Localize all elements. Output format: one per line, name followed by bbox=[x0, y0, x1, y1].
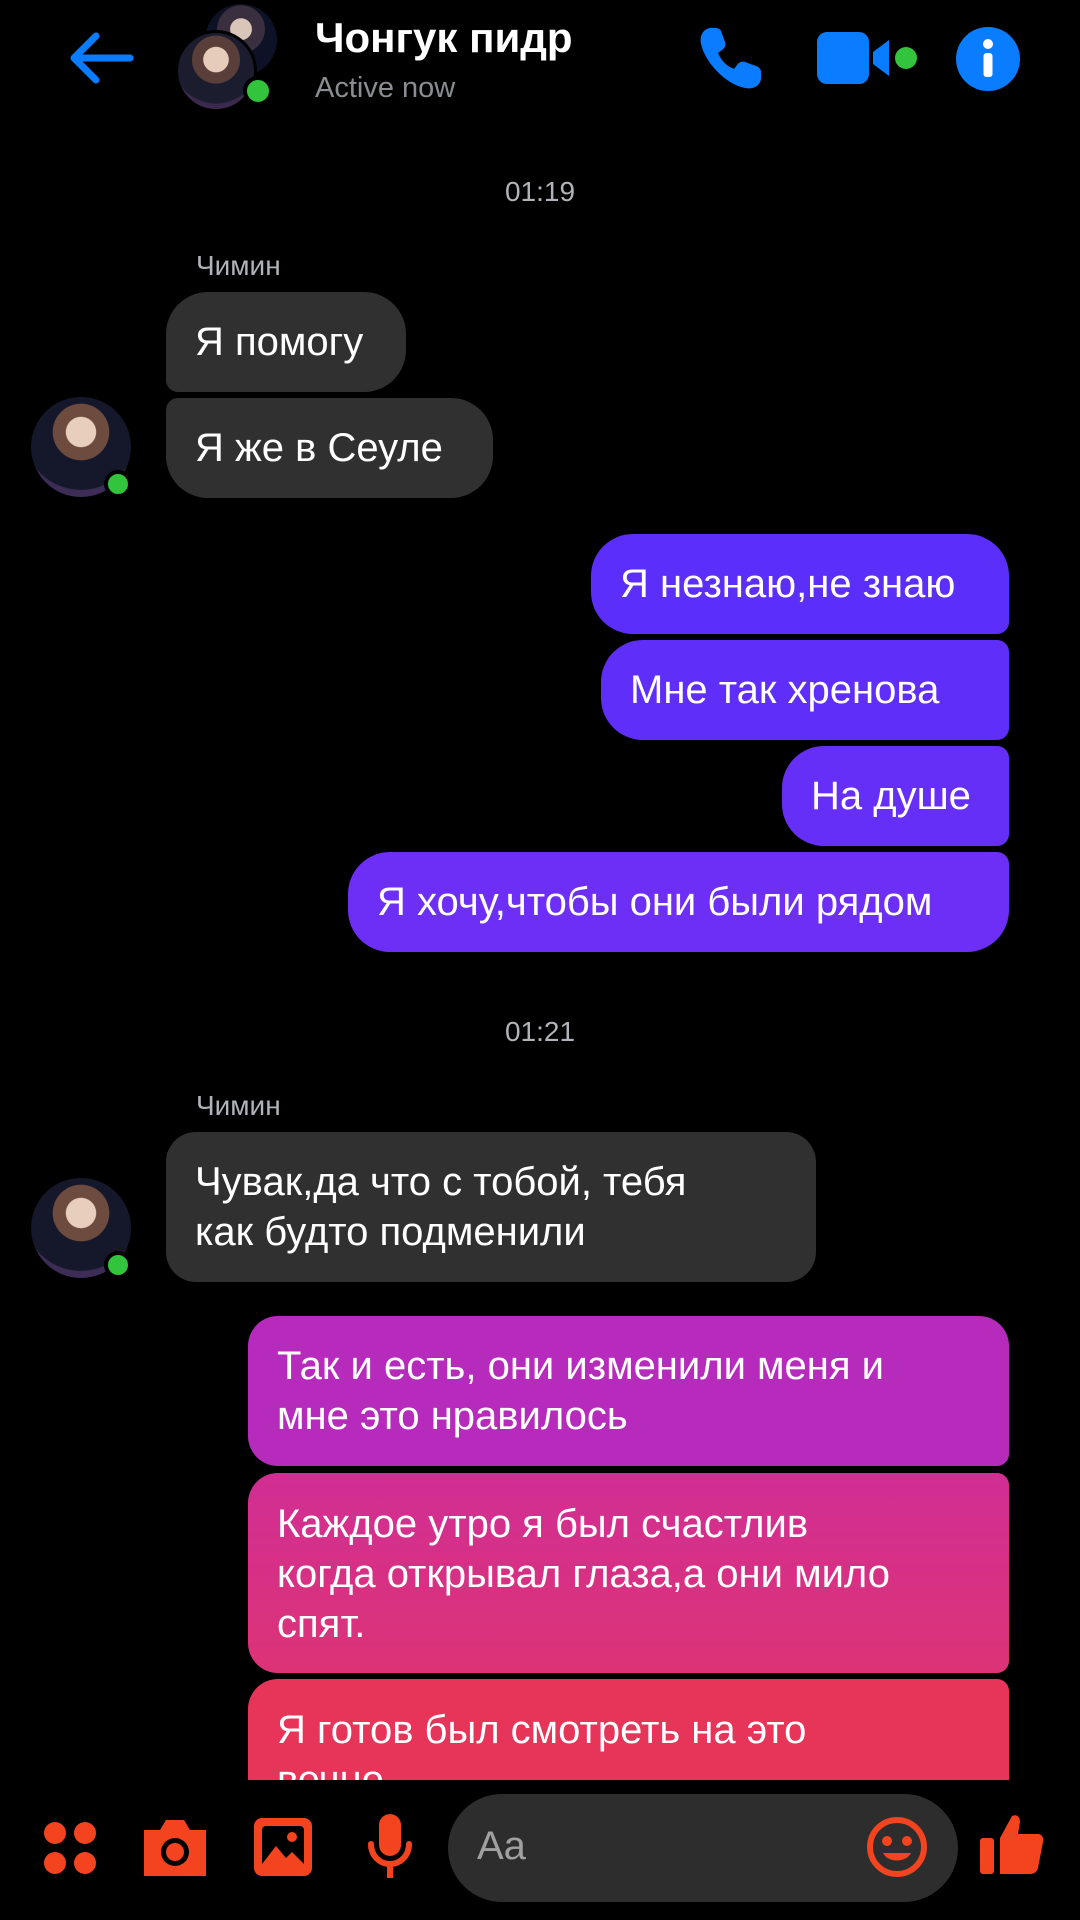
thumbs-up-icon bbox=[980, 1815, 1044, 1874]
message-text: Я помогу bbox=[195, 320, 364, 364]
audio-call-button[interactable] bbox=[695, 22, 767, 94]
group-avatar[interactable] bbox=[175, 0, 285, 112]
chat-header: Чонгук пидр Active now bbox=[0, 0, 1080, 120]
message-text: Мне так хренова bbox=[630, 668, 940, 712]
back-arrow-icon bbox=[70, 32, 134, 84]
phone-icon bbox=[700, 28, 761, 89]
incoming-message[interactable]: Я же в Сеуле bbox=[166, 398, 493, 498]
video-camera-icon bbox=[817, 32, 917, 84]
timestamp: 01:19 bbox=[504, 176, 576, 207]
outgoing-message[interactable]: Я хочу,чтобы они были рядом bbox=[348, 852, 1009, 952]
back-button[interactable] bbox=[66, 28, 136, 88]
online-indicator bbox=[104, 470, 132, 498]
online-indicator bbox=[104, 1251, 132, 1279]
outgoing-message[interactable]: Каждое утро я был счастлив когда открыва… bbox=[248, 1473, 1009, 1673]
info-button[interactable] bbox=[955, 26, 1021, 92]
message-text-line: мне это нравилось bbox=[277, 1394, 628, 1438]
microphone-icon bbox=[368, 1814, 412, 1878]
message-text-line: Я готов был смотреть на это bbox=[277, 1708, 807, 1752]
message-text-line: Чувак,да что с тобой, тебя bbox=[195, 1160, 687, 1204]
message-text-line: Так и есть, они изменили меня и bbox=[277, 1344, 884, 1388]
camera-button[interactable] bbox=[140, 1814, 210, 1880]
gallery-button[interactable] bbox=[252, 1816, 314, 1878]
message-text-line: когда открывал глаза,а они мило bbox=[277, 1552, 890, 1596]
emoji-icon bbox=[867, 1817, 927, 1877]
message-text: Я хочу,чтобы они были рядом bbox=[377, 880, 933, 924]
outgoing-message[interactable]: На душе bbox=[782, 746, 1009, 846]
voice-message-button[interactable] bbox=[366, 1812, 414, 1884]
active-status: Active now bbox=[315, 72, 456, 104]
avatar-front bbox=[175, 30, 257, 112]
like-button[interactable] bbox=[978, 1810, 1046, 1878]
emoji-button[interactable] bbox=[866, 1816, 928, 1878]
message-composer: Aa bbox=[0, 1780, 1080, 1920]
incoming-message[interactable]: Я помогу bbox=[166, 292, 406, 392]
outgoing-message[interactable]: Мне так хренова bbox=[601, 640, 1009, 740]
online-indicator bbox=[243, 76, 273, 106]
apps-icon bbox=[44, 1822, 96, 1874]
timestamp: 01:21 bbox=[504, 1016, 576, 1047]
sender-name: Чимин bbox=[196, 250, 281, 281]
outgoing-message[interactable]: Так и есть, они изменили меня и мне это … bbox=[248, 1316, 1009, 1466]
message-input-placeholder: Aa bbox=[477, 1824, 526, 1868]
outgoing-message[interactable]: Я незнаю,не знаю bbox=[591, 534, 1009, 634]
gallery-icon bbox=[254, 1818, 312, 1876]
video-call-button[interactable] bbox=[815, 28, 920, 88]
incoming-message[interactable]: Чувак,да что с тобой, тебя как будто под… bbox=[166, 1132, 816, 1282]
message-text: На душе bbox=[811, 774, 971, 818]
chat-title[interactable]: Чонгук пидр bbox=[315, 14, 573, 62]
message-text: Я же в Сеуле bbox=[195, 426, 443, 470]
info-icon bbox=[956, 27, 1020, 91]
message-text: Я незнаю,не знаю bbox=[620, 562, 956, 606]
message-text-line: спят. bbox=[277, 1602, 366, 1646]
camera-icon bbox=[144, 1820, 206, 1876]
sender-name: Чимин bbox=[196, 1090, 281, 1121]
message-text-line: Каждое утро я был счастлив bbox=[277, 1502, 809, 1546]
message-text-line: как будто подменили bbox=[195, 1210, 586, 1254]
apps-button[interactable] bbox=[40, 1818, 100, 1878]
